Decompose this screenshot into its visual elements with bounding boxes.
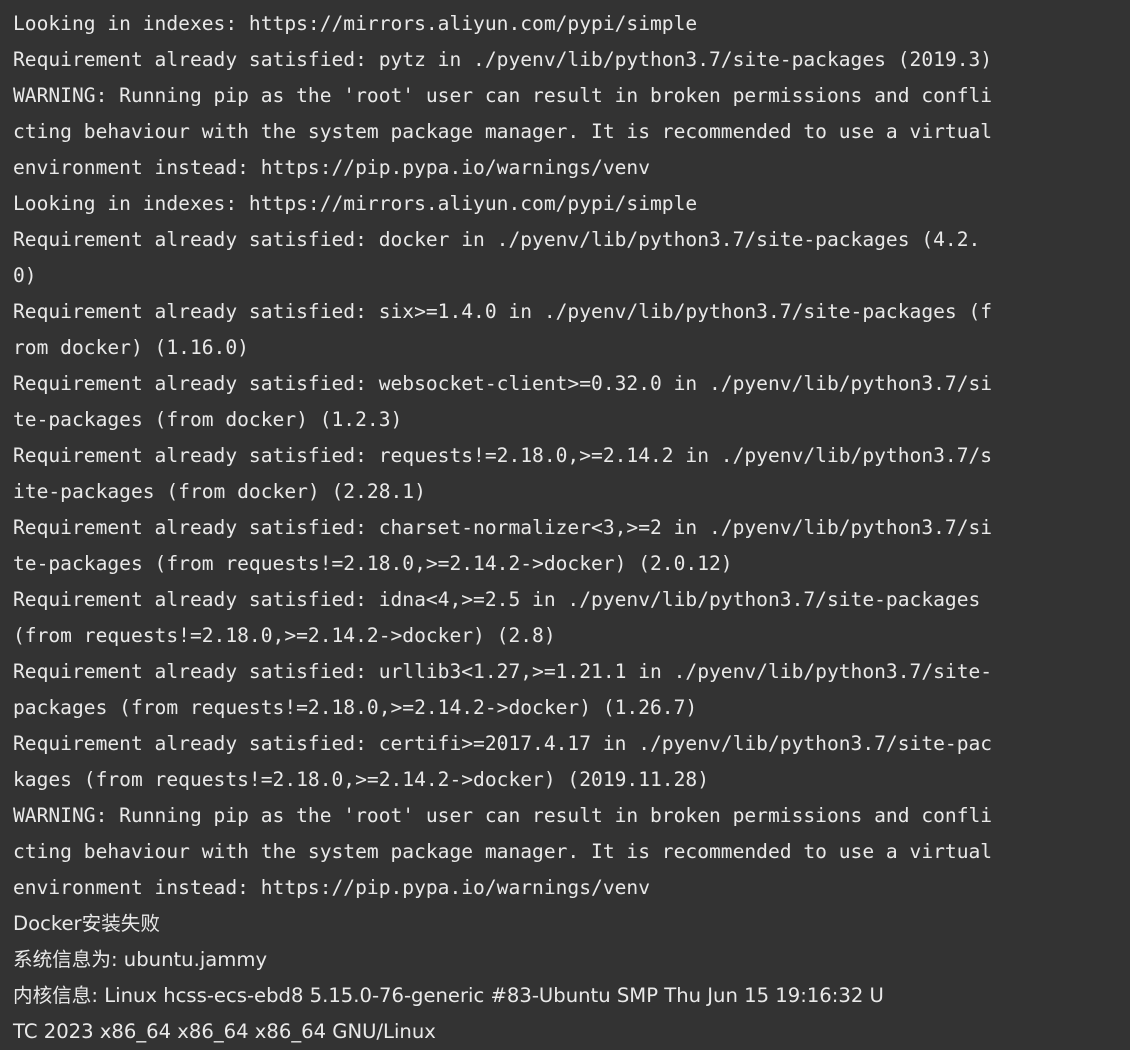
terminal-line: kages (from requests!=2.18.0,>=2.14.2->d… [13,768,709,791]
terminal-line: te-packages (from docker) (1.2.3) [13,408,403,431]
terminal-line: (from requests!=2.18.0,>=2.14.2->docker)… [13,624,556,647]
terminal-line: 0) [13,264,37,287]
terminal-line-cjk: 内核信息: Linux hcss-ecs-ebd8 5.15.0-76-gene… [13,984,884,1007]
terminal-line: te-packages (from requests!=2.18.0,>=2.1… [13,552,733,575]
terminal-line: Requirement already satisfied: websocket… [13,372,993,395]
terminal-line-cjk: 系统信息为: ubuntu.jammy [13,948,268,971]
terminal-output-pane[interactable]: Looking in indexes: https://mirrors.aliy… [0,0,1130,1048]
terminal-line: rom docker) (1.16.0) [13,336,249,359]
terminal-line-cjk: TC 2023 x86_64 x86_64 x86_64 GNU/Linux [13,1020,436,1043]
terminal-line: environment instead: https://pip.pypa.io… [13,156,651,179]
terminal-line: Requirement already satisfied: certifi>=… [13,732,993,755]
terminal-line: ite-packages (from docker) (2.28.1) [13,480,426,503]
terminal-line: Requirement already satisfied: six>=1.4.… [13,300,993,323]
terminal-line: cting behaviour with the system package … [13,840,993,863]
terminal-line-cjk: Docker安装失败 [13,912,160,935]
terminal-line: Requirement already satisfied: requests!… [13,444,993,467]
terminal-line: WARNING: Running pip as the 'root' user … [13,804,993,827]
terminal-line: Requirement already satisfied: urllib3<1… [13,660,993,683]
terminal-line: cting behaviour with the system package … [13,120,993,143]
terminal-line: Requirement already satisfied: idna<4,>=… [13,588,981,611]
terminal-line: environment instead: https://pip.pypa.io… [13,876,651,899]
terminal-line: Looking in indexes: https://mirrors.aliy… [13,192,698,215]
terminal-line: Requirement already satisfied: charset-n… [13,516,993,539]
terminal-line: Looking in indexes: https://mirrors.aliy… [13,12,698,35]
terminal-line: Requirement already satisfied: docker in… [13,228,981,251]
terminal-line: packages (from requests!=2.18.0,>=2.14.2… [13,696,698,719]
terminal-line: WARNING: Running pip as the 'root' user … [13,84,993,107]
terminal-line: Requirement already satisfied: pytz in .… [13,48,993,71]
